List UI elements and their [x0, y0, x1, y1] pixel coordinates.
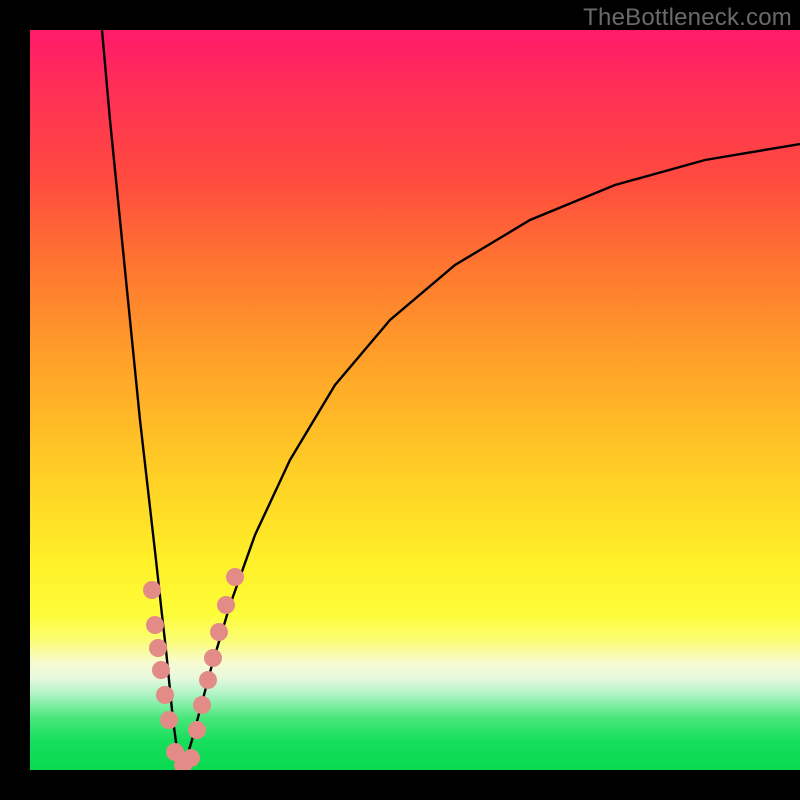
chart-stage: TheBottleneck.com — [0, 0, 800, 800]
watermark-text: TheBottleneck.com — [583, 4, 792, 32]
plot-gradient-background — [30, 30, 800, 770]
